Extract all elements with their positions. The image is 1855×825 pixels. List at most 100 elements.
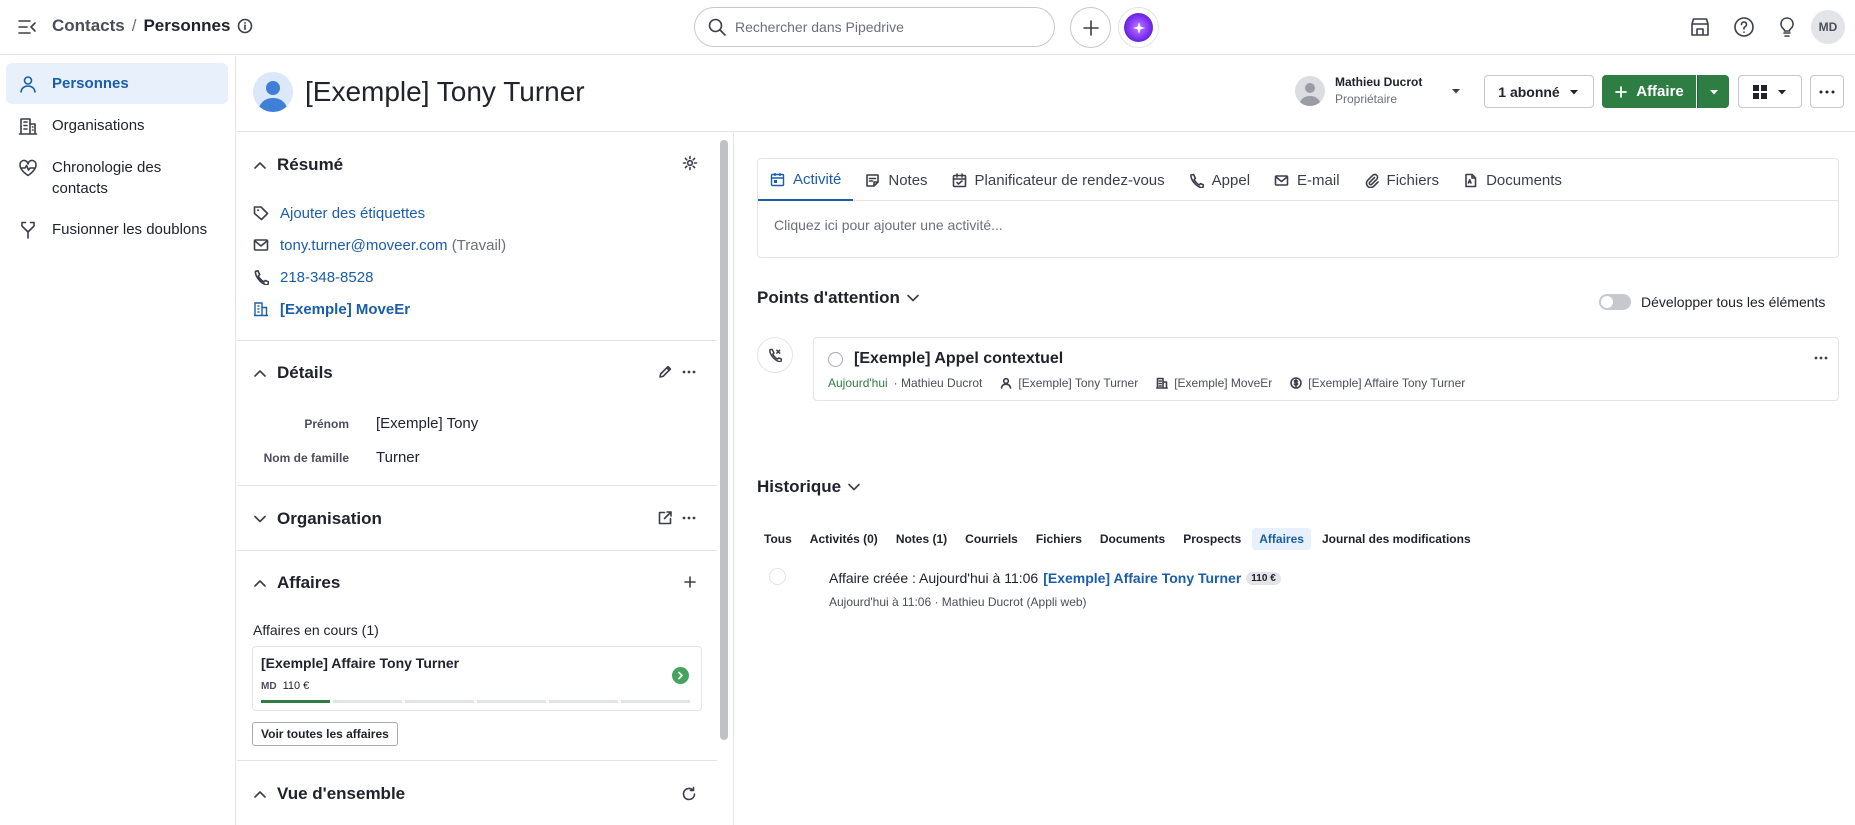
dollar-circle-icon — [1290, 377, 1303, 389]
help-icon[interactable] — [1732, 15, 1756, 39]
deal-card[interactable]: [Exemple] Affaire Tony Turner MD 110 € — [252, 646, 702, 711]
toggle-switch[interactable] — [1599, 294, 1631, 310]
focus-activity-meta: Aujourd'hui · Mathieu Ducrot [Exemple] T… — [828, 376, 1465, 390]
history-tab-affaires[interactable]: Affaires — [1252, 528, 1311, 550]
email-link[interactable]: tony.turner@moveer.com — [280, 237, 448, 254]
deal-open-arrow-icon[interactable] — [672, 667, 689, 684]
view-all-deals-button[interactable]: Voir toutes les affaires — [252, 722, 398, 746]
organization-header[interactable]: Organisation — [253, 509, 382, 529]
history-filter-tabs: Tous Activités (0) Notes (1) Courriels F… — [757, 528, 1478, 550]
activity-organization[interactable]: [Exemple] MoveEr — [1174, 376, 1272, 390]
global-search[interactable] — [694, 7, 1055, 47]
tab-activite[interactable]: Activité — [758, 159, 854, 201]
details-sidebar: Résumé Ajouter des étiquettes tony.turne… — [237, 133, 733, 825]
follower-button[interactable]: 1 abonné — [1484, 75, 1594, 108]
sparkle-icon — [1124, 13, 1153, 42]
focus-activity-title[interactable]: [Exemple] Appel contextuel — [854, 350, 1063, 368]
tab-planificateur[interactable]: Planificateur de rendez-vous — [940, 159, 1177, 201]
menu-collapse-icon[interactable] — [16, 16, 38, 38]
more-actions-button[interactable] — [1810, 75, 1844, 108]
summary-header[interactable]: Résumé — [253, 155, 343, 175]
breadcrumb-contacts[interactable]: Contacts — [52, 16, 125, 36]
refresh-icon[interactable] — [681, 786, 697, 802]
tab-label: Planificateur de rendez-vous — [974, 171, 1165, 189]
mark-done-checkbox[interactable] — [828, 352, 843, 367]
tab-documents[interactable]: Documents — [1451, 159, 1574, 201]
person-name[interactable]: [Exemple] Tony Turner — [305, 76, 585, 108]
search-input[interactable] — [735, 19, 1035, 35]
owner-name: Mathieu Ducrot — [1335, 75, 1423, 89]
ai-assistant-button[interactable] — [1118, 7, 1159, 48]
focus-header[interactable]: Points d'attention — [757, 288, 920, 308]
mail-icon — [253, 237, 269, 253]
caret-down-icon — [1569, 89, 1578, 94]
note-icon — [866, 173, 880, 187]
add-deal-dropdown[interactable] — [1697, 75, 1729, 108]
ellipsis-icon[interactable] — [1814, 356, 1828, 360]
add-deal-button[interactable]: Affaire — [1602, 75, 1696, 108]
marketplace-icon[interactable] — [1688, 15, 1712, 39]
expand-all-toggle[interactable]: Développer tous les éléments — [1599, 294, 1825, 310]
nav-item-organisations[interactable]: Organisations — [6, 105, 228, 146]
history-tab-prospects[interactable]: Prospects — [1176, 528, 1248, 550]
owner-selector[interactable]: Mathieu Ducrot Propriétaire — [1295, 75, 1462, 106]
last-name-label: Nom de famille — [263, 451, 349, 465]
settings-gear-icon[interactable] — [682, 155, 698, 171]
follower-label: 1 abonné — [1498, 83, 1560, 100]
overview-header[interactable]: Vue d'ensemble — [253, 784, 405, 804]
tab-notes[interactable]: Notes — [853, 159, 939, 201]
person-icon — [20, 76, 36, 93]
nav-item-fusionner[interactable]: Fusionner les doublons — [6, 209, 228, 250]
chevron-up-icon — [254, 580, 266, 587]
nav-item-chronologie[interactable]: Chronologie des contacts — [6, 147, 228, 209]
sidebar-scrollbar[interactable] — [720, 140, 728, 740]
add-deal-plus-icon[interactable] — [683, 575, 697, 589]
history-deal-value-badge: 110 € — [1246, 571, 1281, 585]
quick-add-button[interactable] — [1070, 7, 1111, 48]
history-tab-tous[interactable]: Tous — [757, 528, 799, 550]
deals-header[interactable]: Affaires — [253, 573, 340, 593]
details-header[interactable]: Détails — [253, 363, 333, 383]
caret-down-icon — [1709, 89, 1718, 94]
deals-title: Affaires — [277, 573, 341, 592]
summary-title: Résumé — [277, 155, 344, 174]
activity-person[interactable]: [Exemple] Tony Turner — [1018, 376, 1138, 390]
last-name-value[interactable]: Turner — [376, 449, 420, 466]
tab-email[interactable]: E-mail — [1262, 159, 1352, 201]
ellipsis-icon[interactable] — [682, 516, 696, 520]
history-tab-journal[interactable]: Journal des modifications — [1315, 528, 1478, 550]
history-deal-link[interactable]: [Exemple] Affaire Tony Turner — [1043, 570, 1241, 586]
history-tab-activites[interactable]: Activités (0) — [803, 528, 885, 550]
add-tags-link[interactable]: Ajouter des étiquettes — [280, 205, 425, 222]
history-tab-notes[interactable]: Notes (1) — [889, 528, 954, 550]
info-icon[interactable] — [237, 18, 253, 34]
plus-icon — [1082, 19, 1099, 36]
organization-link[interactable]: [Exemple] MoveEr — [280, 301, 410, 318]
tab-fichiers[interactable]: Fichiers — [1352, 159, 1452, 201]
layout-switcher-button[interactable] — [1738, 75, 1802, 108]
activity-placeholder[interactable]: Cliquez ici pour ajouter une activité... — [774, 217, 1003, 233]
user-avatar[interactable]: MD — [1811, 10, 1845, 44]
nav-item-personnes[interactable]: Personnes — [6, 63, 228, 104]
first-name-value[interactable]: [Exemple] Tony — [376, 415, 478, 432]
history-header[interactable]: Historique — [757, 477, 861, 497]
activity-deal[interactable]: [Exemple] Affaire Tony Turner — [1308, 376, 1465, 390]
history-tab-courriels[interactable]: Courriels — [958, 528, 1025, 550]
chevron-up-icon — [254, 370, 266, 377]
history-tab-documents[interactable]: Documents — [1093, 528, 1172, 550]
link-organization-icon[interactable] — [657, 510, 673, 526]
overview-title: Vue d'ensemble — [277, 784, 406, 803]
focus-activity-card[interactable]: [Exemple] Appel contextuel Aujourd'hui ·… — [813, 337, 1839, 401]
history-tab-fichiers[interactable]: Fichiers — [1029, 528, 1089, 550]
phone-link[interactable]: 218-348-8528 — [280, 269, 373, 286]
search-icon — [707, 17, 727, 37]
composer-tabs: Activité Notes Planificateur de rendez-v… — [758, 159, 1838, 201]
edit-pencil-icon[interactable] — [658, 364, 673, 379]
ellipsis-icon[interactable] — [682, 370, 696, 374]
lightbulb-icon[interactable] — [1775, 15, 1799, 39]
tab-appel[interactable]: Appel — [1177, 159, 1262, 201]
nav-label: Chronologie des contacts — [52, 159, 162, 197]
owner-role: Propriétaire — [1335, 92, 1398, 106]
deal-card-title[interactable]: [Exemple] Affaire Tony Turner — [261, 655, 459, 671]
ellipsis-icon — [1819, 90, 1835, 93]
